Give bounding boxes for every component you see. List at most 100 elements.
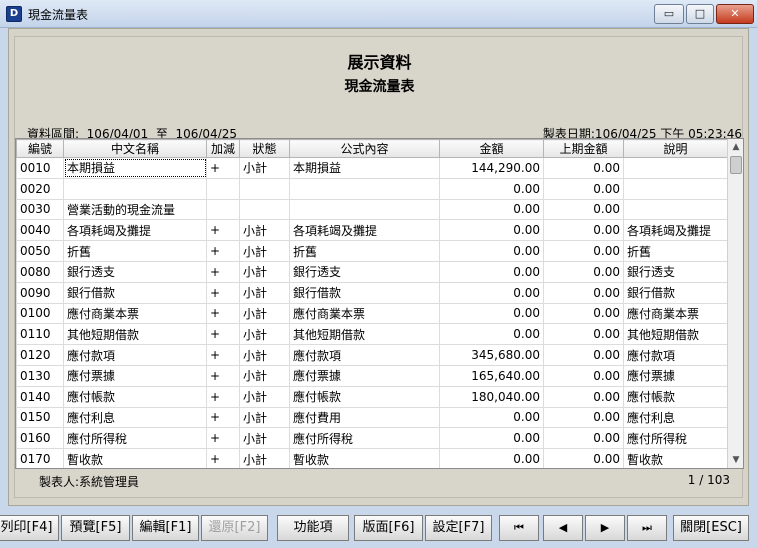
scroll-down-icon[interactable]: ▼ <box>728 452 743 468</box>
cell-formula[interactable]: 應付票據 <box>289 364 440 387</box>
cell-note[interactable]: 應付商業本票 <box>623 302 728 325</box>
cell-note[interactable] <box>623 177 728 200</box>
cell-amount[interactable]: 0.00 <box>439 427 544 450</box>
restore-button[interactable]: 還原[F2] <box>201 515 268 541</box>
cell-name[interactable]: 銀行透支 <box>63 260 207 283</box>
cell-code[interactable]: 0130 <box>16 364 64 387</box>
cell-note[interactable]: 應付帳款 <box>623 385 728 408</box>
cell-amount[interactable]: 0.00 <box>439 406 544 429</box>
table-row[interactable]: 0010 本期損益 + 小計 本期損益 144,290.00 0.00 <box>16 157 728 179</box>
cell-sign[interactable]: + <box>206 157 240 179</box>
table-row[interactable]: 0170 暫收款 + 小計 暫收款 0.00 0.00 暫收款 <box>16 448 728 468</box>
cell-amount[interactable]: 0.00 <box>439 281 544 304</box>
cell-name[interactable]: 應付票據 <box>63 364 207 387</box>
cell-note[interactable]: 應付票據 <box>623 364 728 387</box>
cell-name[interactable]: 折舊 <box>63 240 207 262</box>
cell-prev-amount[interactable]: 0.00 <box>543 281 624 304</box>
cell-status[interactable]: 小計 <box>239 448 290 468</box>
cell-sign[interactable]: + <box>206 281 240 304</box>
cell-sign[interactable]: + <box>206 448 240 468</box>
cell-name[interactable]: 應付商業本票 <box>63 302 207 325</box>
cell-note[interactable]: 各項耗竭及攤提 <box>623 219 728 242</box>
scroll-up-icon[interactable]: ▲ <box>728 139 743 155</box>
table-row[interactable]: 0160 應付所得稅 + 小計 應付所得稅 0.00 0.00 應付所得稅 <box>16 427 728 450</box>
cell-status[interactable]: 小計 <box>239 427 290 450</box>
last-page-icon[interactable]: ⏭ <box>627 515 667 541</box>
cell-note[interactable]: 暫收款 <box>623 448 728 468</box>
cell-status[interactable]: 小計 <box>239 344 290 366</box>
cell-sign[interactable]: + <box>206 364 240 387</box>
cell-code[interactable]: 0050 <box>16 240 64 262</box>
cell-name[interactable]: 各項耗竭及攤提 <box>63 219 207 242</box>
cell-code[interactable]: 0010 <box>16 157 64 179</box>
cell-note[interactable]: 銀行借款 <box>623 281 728 304</box>
cell-prev-amount[interactable]: 0.00 <box>543 385 624 408</box>
cell-name[interactable]: 其他短期借款 <box>63 323 207 346</box>
cell-sign[interactable]: + <box>206 219 240 242</box>
cell-code[interactable]: 0110 <box>16 323 64 346</box>
column-header-note[interactable]: 說明 <box>623 139 728 158</box>
column-header-prev-amount[interactable]: 上期金額 <box>543 139 624 158</box>
cell-code[interactable]: 0020 <box>16 177 64 200</box>
cell-prev-amount[interactable]: 0.00 <box>543 406 624 429</box>
cell-formula[interactable]: 銀行透支 <box>289 260 440 283</box>
table-row[interactable]: 0030 營業活動的現金流量 0.00 0.00 <box>16 198 728 221</box>
cell-name[interactable]: 應付款項 <box>63 344 207 366</box>
cell-status[interactable] <box>239 198 290 221</box>
cell-formula[interactable]: 應付商業本票 <box>289 302 440 325</box>
cell-amount[interactable]: 0.00 <box>439 302 544 325</box>
report-grid[interactable]: 編號 中文名稱 加減 狀態 公式內容 金額 上期金額 說明 0010 本期損益 + 小… <box>15 138 744 469</box>
cell-name[interactable]: 營業活動的現金流量 <box>63 198 207 221</box>
column-header-code[interactable]: 編號 <box>16 139 64 158</box>
column-header-name[interactable]: 中文名稱 <box>63 139 207 158</box>
cell-formula[interactable]: 其他短期借款 <box>289 323 440 346</box>
cell-formula[interactable]: 折舊 <box>289 240 440 262</box>
cell-code[interactable]: 0150 <box>16 406 64 429</box>
cell-name[interactable] <box>63 177 207 200</box>
cell-status[interactable]: 小計 <box>239 323 290 346</box>
cell-prev-amount[interactable]: 0.00 <box>543 302 624 325</box>
cell-note[interactable]: 應付利息 <box>623 406 728 429</box>
prev-page-icon[interactable]: ◀ <box>543 515 583 541</box>
settings-button[interactable]: 設定[F7] <box>425 515 492 541</box>
column-header-sign[interactable]: 加減 <box>206 139 240 158</box>
cell-prev-amount[interactable]: 0.00 <box>543 177 624 200</box>
table-row[interactable]: 0110 其他短期借款 + 小計 其他短期借款 0.00 0.00 其他短期借款 <box>16 323 728 346</box>
cell-status[interactable]: 小計 <box>239 302 290 325</box>
cell-status[interactable]: 小計 <box>239 406 290 429</box>
cell-formula[interactable]: 應付所得稅 <box>289 427 440 450</box>
edit-button[interactable]: 編輯[F1] <box>132 515 199 541</box>
cell-prev-amount[interactable]: 0.00 <box>543 240 624 262</box>
cell-prev-amount[interactable]: 0.00 <box>543 260 624 283</box>
cell-status[interactable]: 小計 <box>239 260 290 283</box>
cell-sign[interactable] <box>206 177 240 200</box>
cell-amount[interactable]: 165,640.00 <box>439 364 544 387</box>
table-row[interactable]: 0020 0.00 0.00 <box>16 177 728 200</box>
cell-code[interactable]: 0030 <box>16 198 64 221</box>
cell-sign[interactable]: + <box>206 344 240 366</box>
preview-button[interactable]: 預覽[F5] <box>61 515 130 541</box>
cell-name[interactable]: 應付帳款 <box>63 385 207 408</box>
cell-formula[interactable]: 應付費用 <box>289 406 440 429</box>
cell-amount[interactable]: 0.00 <box>439 219 544 242</box>
cell-code[interactable]: 0170 <box>16 448 64 468</box>
cell-code[interactable]: 0040 <box>16 219 64 242</box>
first-page-icon[interactable]: ⏮ <box>499 515 539 541</box>
cell-amount[interactable]: 0.00 <box>439 323 544 346</box>
cell-formula[interactable]: 應付帳款 <box>289 385 440 408</box>
cell-sign[interactable]: + <box>206 302 240 325</box>
cell-sign[interactable]: + <box>206 240 240 262</box>
cell-amount[interactable]: 345,680.00 <box>439 344 544 366</box>
cell-status[interactable]: 小計 <box>239 240 290 262</box>
cell-prev-amount[interactable]: 0.00 <box>543 427 624 450</box>
maximize-button[interactable]: □ <box>686 4 714 24</box>
cell-sign[interactable]: + <box>206 260 240 283</box>
column-header-amount[interactable]: 金額 <box>439 139 544 158</box>
functions-button[interactable]: 功能項 <box>277 515 349 541</box>
cell-formula[interactable]: 暫收款 <box>289 448 440 468</box>
next-page-icon[interactable]: ▶ <box>585 515 625 541</box>
cell-name[interactable]: 應付利息 <box>63 406 207 429</box>
cell-prev-amount[interactable]: 0.00 <box>543 323 624 346</box>
column-header-status[interactable]: 狀態 <box>239 139 290 158</box>
cell-prev-amount[interactable]: 0.00 <box>543 344 624 366</box>
